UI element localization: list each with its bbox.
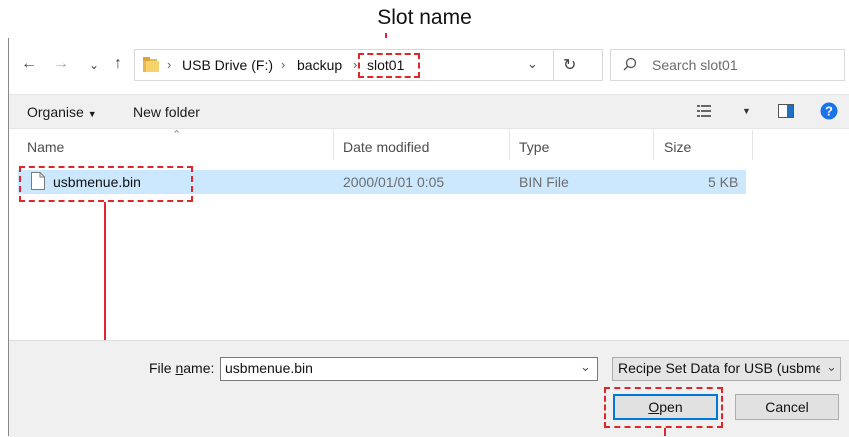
column-header-name[interactable]: Name: [27, 139, 64, 155]
column-divider[interactable]: [653, 130, 654, 160]
help-icon[interactable]: ?: [820, 102, 838, 120]
open-annotation-line: [664, 428, 666, 436]
open-highlight-box: [604, 387, 723, 428]
svg-text:?: ?: [825, 104, 833, 119]
caret-down-icon: ▼: [87, 109, 97, 119]
sort-ascending-icon: ⌃: [172, 129, 182, 141]
file-name-dropdown-icon[interactable]: ⌄: [580, 359, 591, 375]
dialog-footer: [9, 340, 849, 437]
search-icon: [623, 57, 637, 71]
arrow-right-icon: →: [53, 55, 69, 72]
arrow-left-icon: ←: [21, 55, 37, 72]
file-type-filter-value: Recipe Set Data for USB (usbme: [618, 360, 820, 376]
breadcrumb-usb-drive[interactable]: USB Drive (F:): [182, 57, 273, 73]
back-button[interactable]: ←: [18, 56, 40, 72]
address-history-chevron-icon[interactable]: ⌄: [527, 56, 538, 72]
chevron-down-icon: ⌄: [88, 58, 100, 72]
file-date: 2000/01/01 0:05: [343, 174, 445, 190]
column-header-type[interactable]: Type: [519, 139, 549, 155]
preview-pane-icon[interactable]: [778, 104, 794, 118]
view-options-icon[interactable]: [697, 104, 711, 118]
file-name-value: usbmenue.bin: [225, 360, 313, 376]
search-input[interactable]: Search slot01: [652, 57, 738, 73]
new-folder-button[interactable]: New folder: [133, 104, 200, 120]
up-button[interactable]: ↑: [108, 56, 128, 72]
forward-button[interactable]: →: [50, 56, 72, 72]
column-header-size[interactable]: Size: [664, 139, 691, 155]
column-divider[interactable]: [752, 130, 753, 160]
organise-button[interactable]: Organise ▼: [27, 104, 97, 120]
filter-dropdown-icon[interactable]: ⌄: [826, 359, 837, 375]
file-highlight-box: [19, 166, 193, 202]
column-header-date[interactable]: Date modified: [343, 139, 429, 155]
breadcrumb-backup[interactable]: backup: [297, 57, 342, 73]
file-name-label: File name:: [149, 360, 215, 376]
chevron-right-icon: ›: [281, 57, 286, 72]
cancel-button[interactable]: Cancel: [735, 394, 839, 420]
arrow-up-icon: ↑: [114, 55, 122, 72]
file-size: 5 KB: [708, 174, 739, 190]
chevron-right-icon: ›: [167, 57, 172, 72]
file-type: BIN File: [519, 174, 569, 190]
slot-highlight-box: [358, 53, 420, 78]
folder-icon: [143, 57, 159, 72]
column-divider[interactable]: [333, 130, 334, 160]
view-caret-icon[interactable]: ▼: [742, 106, 751, 116]
refresh-button[interactable]: [553, 49, 603, 81]
refresh-icon: ↻: [563, 57, 577, 74]
recent-locations-button[interactable]: ⌄: [86, 57, 102, 73]
organise-label: Organise: [27, 104, 84, 120]
column-divider[interactable]: [509, 130, 510, 160]
chevron-right-icon: ›: [353, 57, 358, 72]
slot-name-annotation: Slot name: [377, 6, 472, 29]
